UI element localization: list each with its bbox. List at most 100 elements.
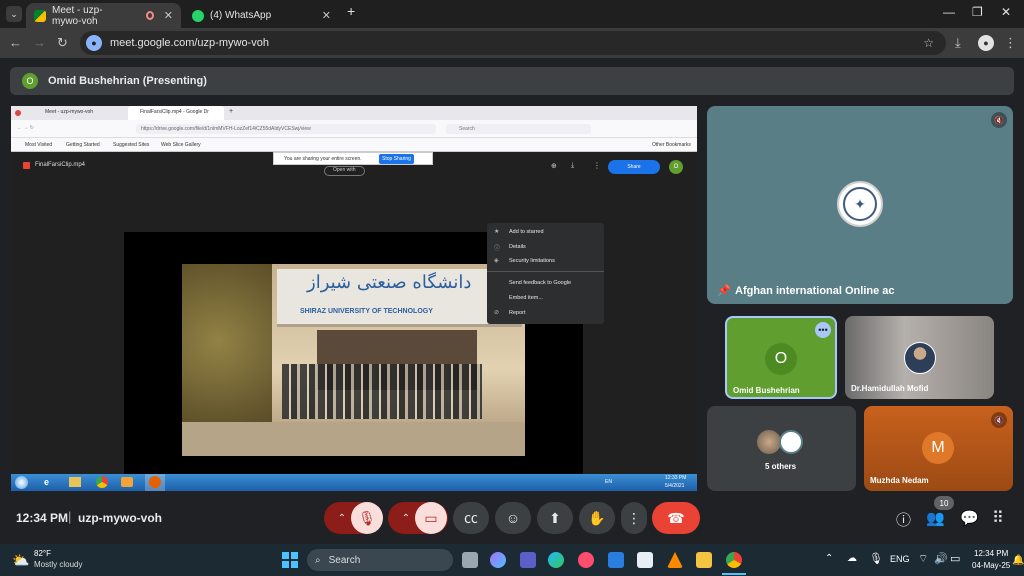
drive-download-icon[interactable]: ⤓ — [571, 162, 574, 170]
present-screen-icon[interactable]: ⬆ — [537, 502, 573, 534]
restore-button[interactable]: ❐ — [972, 5, 983, 19]
chevron-up-icon[interactable]: ⌃ — [825, 553, 833, 564]
tile-hamidullah[interactable]: Dr.Hamidullah Mofid — [845, 316, 994, 399]
bookmark: Getting Started — [66, 142, 100, 148]
close-window-button[interactable]: ✕ — [1001, 5, 1011, 19]
search-placeholder: Search — [328, 554, 361, 566]
more-actions-icon[interactable]: ⋮ — [593, 161, 601, 170]
close-tab-icon[interactable]: ✕ — [164, 9, 173, 22]
tab-meet[interactable]: Meet - uzp-mywo-voh ✕ — [26, 3, 181, 28]
shared-url: https://drive.google.com/file/d/1nlmMVFH… — [141, 126, 311, 132]
menu-report[interactable]: Report — [509, 310, 526, 316]
mic-off-icon[interactable]: 🎙 — [351, 502, 383, 534]
browser-toolbar: ← → ↻ ● meet.google.com/uzp-mywo-voh ☆ ⤓… — [0, 28, 1024, 58]
shared-time: 12:33 PM — [665, 475, 687, 481]
clock-date[interactable]: 04-May-25 — [972, 561, 1010, 570]
music-icon[interactable] — [578, 552, 594, 568]
shared-screen: Meet - uzp-mywo-voh FinalFarsiClip.mp4 -… — [11, 106, 697, 491]
address-bar[interactable]: ● meet.google.com/uzp-mywo-voh ☆ — [80, 31, 946, 55]
mic-icon[interactable]: ● — [86, 35, 102, 51]
tab-whatsapp[interactable]: (4) WhatsApp ✕ — [184, 3, 339, 28]
muted-icon: 🔇 — [991, 412, 1007, 428]
presenter-label: Omid Bushehrian (Presenting) — [48, 75, 207, 87]
taskbar-search[interactable]: ⌕ Search — [307, 549, 453, 571]
weather-temp: 82°F — [34, 549, 51, 558]
tile-afghan-international[interactable]: ✦ 🔇 📌 Afghan international Online ac — [707, 106, 1013, 304]
notification-bell-icon[interactable]: 🔔 — [1012, 555, 1024, 566]
open-with-button[interactable]: Open with — [324, 166, 365, 176]
activities-icon[interactable]: ⠿ — [992, 508, 1004, 528]
muted-icon: 🔇 — [991, 112, 1007, 128]
new-tab-button[interactable]: + — [347, 3, 355, 19]
menu-security[interactable]: Security limitations — [509, 258, 555, 264]
chrome-icon[interactable] — [726, 552, 742, 568]
sign-persian: دانشگاه صنعتی شیراز — [307, 272, 472, 293]
shield-icon: ◈ — [494, 258, 499, 264]
menu-add-starred[interactable]: Add to starred — [509, 229, 544, 235]
back-icon[interactable]: ← — [9, 35, 22, 50]
volume-icon[interactable]: 🔊 — [934, 552, 948, 565]
reload-icon[interactable]: ↻ — [57, 35, 68, 51]
copilot-icon[interactable] — [490, 552, 506, 568]
participant-avatar: O — [765, 343, 797, 375]
info-icon[interactable]: ⓘ — [896, 509, 911, 530]
menu-icon[interactable]: ⋮ — [1004, 35, 1017, 51]
clock-time[interactable]: 12:34 PM — [974, 549, 1008, 558]
profile-icon[interactable]: ● — [978, 35, 994, 51]
chat-icon[interactable]: 💬 — [960, 509, 979, 527]
weather-icon[interactable]: ⛅ — [12, 552, 29, 569]
emoji-icon[interactable]: ☺ — [495, 502, 531, 534]
download-icon[interactable]: ⤓ — [955, 35, 961, 51]
store-icon[interactable] — [637, 552, 653, 568]
chevron-up-icon[interactable]: ⌃ — [338, 513, 346, 524]
start-icon[interactable] — [282, 552, 298, 568]
vlc-icon[interactable] — [667, 552, 683, 568]
drive-share-button[interactable]: Share — [608, 160, 660, 174]
star-icon: ★ — [494, 229, 500, 235]
participant-name: Omid Bushehrian — [733, 386, 800, 395]
task-view-icon[interactable] — [462, 552, 478, 568]
end-call-icon[interactable]: ☎ — [652, 502, 700, 534]
menu-details[interactable]: Details — [509, 244, 526, 250]
others-label: 5 others — [765, 462, 797, 471]
forward-icon[interactable]: → — [33, 35, 46, 50]
app-3-icon[interactable] — [608, 552, 624, 568]
file-explorer-icon[interactable] — [696, 552, 712, 568]
tab-search-button[interactable]: ⌄ — [6, 6, 22, 22]
tile-omid[interactable]: O ••• Omid Bushehrian — [725, 316, 837, 399]
windows-taskbar: ⛅ 82°F Mostly cloudy ⌕ Search ⌃ ☁ 🎙 ENG … — [0, 544, 1024, 576]
more-options-icon[interactable]: ⋮ — [621, 502, 647, 534]
wifi-icon[interactable]: ⌔ — [918, 552, 928, 566]
battery-icon[interactable]: ▭ — [950, 552, 960, 565]
chevron-up-icon[interactable]: ⌃ — [402, 513, 410, 524]
drive-account-avatar[interactable]: O — [669, 160, 683, 174]
raise-hand-icon[interactable]: ✋ — [579, 502, 615, 534]
start-orb-icon — [15, 476, 28, 489]
close-tab-icon[interactable]: ✕ — [322, 9, 331, 22]
minimize-button[interactable]: — — [943, 5, 955, 19]
tile-others[interactable]: 5 others — [707, 406, 856, 491]
camera-off-icon[interactable]: ▭ — [415, 502, 447, 534]
mic-tray-icon[interactable]: 🎙 — [869, 552, 883, 565]
menu-feedback[interactable]: Send feedback to Google — [509, 280, 571, 286]
stop-sharing-button[interactable]: Stop Sharing — [379, 154, 414, 164]
other-avatar — [779, 430, 803, 454]
pin-icon[interactable]: 📌 — [717, 284, 731, 297]
participant-name: Dr.Hamidullah Mofid — [851, 384, 929, 393]
teams-icon[interactable] — [520, 552, 536, 568]
add-shortcut-icon[interactable]: ⊕ — [551, 162, 557, 170]
cloud-icon[interactable]: ☁ — [847, 553, 857, 564]
bookmark-star-icon[interactable]: ☆ — [923, 36, 934, 50]
input-language[interactable]: ENG — [890, 554, 910, 564]
menu-embed[interactable]: Embed item... — [509, 295, 543, 301]
captions-icon[interactable]: ㏄ — [453, 502, 489, 534]
shared-browser-nav: ← → ↻ https://drive.google.com/file/d/1n… — [11, 120, 697, 138]
presenter-avatar: O — [22, 73, 38, 89]
menu-divider — [487, 271, 604, 272]
tile-muzhda[interactable]: M 🔇 Muzhda Nedam — [864, 406, 1013, 491]
other-bookmarks: Other Bookmarks — [652, 142, 691, 148]
shared-windows-taskbar: e EN 12:33 PM 5/4/2021 — [11, 474, 697, 491]
edge-icon[interactable] — [548, 552, 564, 568]
participant-photo — [904, 342, 936, 374]
people-icon[interactable]: 👥 — [926, 509, 945, 527]
